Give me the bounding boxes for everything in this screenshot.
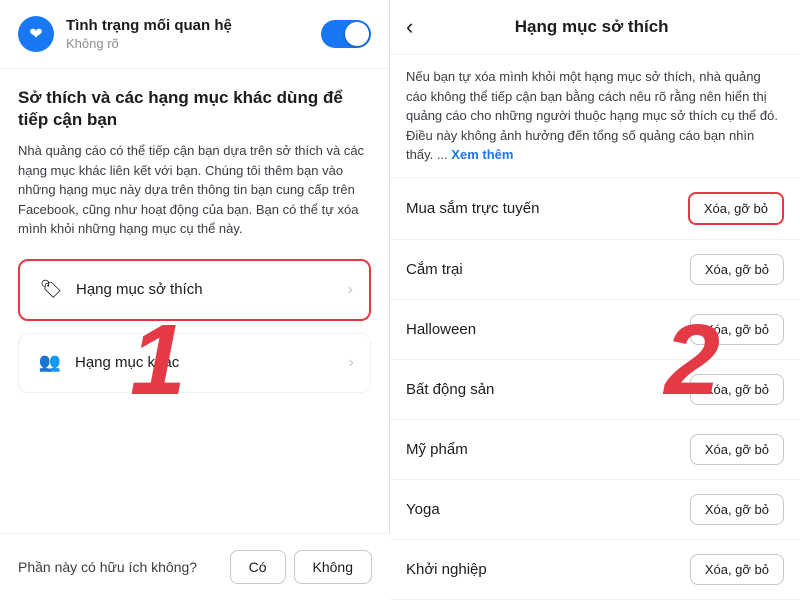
step-number-1: 1	[130, 310, 186, 410]
relationship-title: Tình trạng mối quan hệ	[66, 17, 321, 34]
interest-name: Yoga	[406, 501, 690, 518]
remove-interest-button[interactable]: Xóa, gỡ bỏ	[690, 494, 784, 525]
right-description: Nếu bạn tự xóa mình khỏi một hạng mục sở…	[390, 55, 800, 178]
interest-item: HalloweenXóa, gỡ bỏ	[390, 300, 800, 360]
see-more-link[interactable]: Xem thêm	[451, 147, 513, 162]
tag-icon: 🏷	[36, 275, 66, 305]
menu-item-interests[interactable]: 🏷 Hạng mục sở thích ›	[18, 259, 371, 321]
remove-interest-button[interactable]: Xóa, gỡ bỏ	[690, 434, 784, 465]
feedback-row: Phần này có hữu ích không? Có Không	[0, 533, 390, 600]
interest-name: Mỹ phẩm	[406, 441, 690, 458]
chevron-right-icon-2: ›	[349, 354, 354, 372]
section-title: Sở thích và các hạng mục khác dùng để ti…	[18, 87, 371, 131]
relationship-icon: ❤	[18, 16, 54, 52]
feedback-question: Phần này có hữu ích không?	[18, 559, 222, 575]
chevron-right-icon: ›	[348, 281, 353, 299]
relationship-row: ❤ Tình trạng mối quan hệ Không rõ	[0, 0, 389, 69]
group-icon: 👥	[35, 348, 65, 378]
menu-item-other[interactable]: 👥 Hạng mục khác ›	[18, 333, 371, 393]
interest-item: Mua sắm trực tuyếnXóa, gỡ bỏ	[390, 178, 800, 240]
menu-item-interests-label: Hạng mục sở thích	[76, 281, 348, 298]
interest-item: Mỹ phẩmXóa, gỡ bỏ	[390, 420, 800, 480]
interest-name: Cắm trại	[406, 261, 690, 278]
feedback-yes-button[interactable]: Có	[230, 550, 286, 584]
feedback-no-button[interactable]: Không	[294, 550, 372, 584]
remove-interest-button[interactable]: Xóa, gỡ bỏ	[690, 254, 784, 285]
relationship-subtitle: Không rõ	[66, 36, 321, 51]
interest-name: Mua sắm trực tuyến	[406, 200, 688, 217]
relationship-toggle[interactable]	[321, 20, 371, 48]
relationship-text: Tình trạng mối quan hệ Không rõ	[66, 17, 321, 51]
interest-item: Bất động sảnXóa, gỡ bỏ	[390, 360, 800, 420]
right-title: Hạng mục sở thích	[423, 17, 760, 37]
right-header: ‹ Hạng mục sở thích	[390, 0, 800, 55]
interest-item: Cắm trạiXóa, gỡ bỏ	[390, 240, 800, 300]
remove-interest-button[interactable]: Xóa, gỡ bỏ	[688, 192, 784, 225]
interest-name: Khởi nghiệp	[406, 561, 690, 578]
menu-item-other-label: Hạng mục khác	[75, 354, 349, 371]
back-button[interactable]: ‹	[406, 14, 413, 40]
step-number-2: 2	[664, 310, 720, 410]
interest-list: Mua sắm trực tuyếnXóa, gỡ bỏCắm trạiXóa,…	[390, 178, 800, 600]
section-desc: Nhà quảng cáo có thể tiếp cận bạn dựa tr…	[18, 141, 371, 239]
interest-item: YogaXóa, gỡ bỏ	[390, 480, 800, 540]
left-content: Sở thích và các hạng mục khác dùng để ti…	[0, 69, 389, 600]
interest-name: Bất động sản	[406, 381, 690, 398]
interest-item: Khởi nghiệpXóa, gỡ bỏ	[390, 540, 800, 600]
interest-name: Halloween	[406, 321, 690, 338]
remove-interest-button[interactable]: Xóa, gỡ bỏ	[690, 554, 784, 585]
